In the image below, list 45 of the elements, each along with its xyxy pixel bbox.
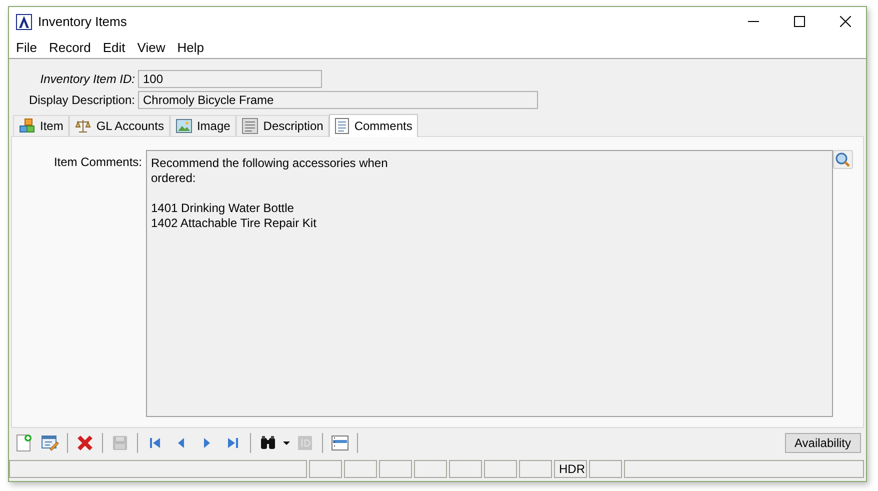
status-pane xyxy=(414,460,447,478)
menu-item[interactable]: Edit xyxy=(96,40,132,54)
window-title: Inventory Items xyxy=(38,14,127,29)
save-icon xyxy=(111,434,129,452)
text-field[interactable]: 100 xyxy=(138,70,322,88)
field-label: Display Description: xyxy=(28,93,136,107)
binoculars-icon xyxy=(259,434,277,452)
menu-item[interactable]: Record xyxy=(42,40,97,54)
comments-text-area[interactable]: Recommend the following accessories when ordered: 1401 Drinking Water Bottle 1402 Attachable Tire Repair Kit xyxy=(146,150,833,417)
status-pane xyxy=(589,460,622,478)
delete-icon xyxy=(76,434,94,452)
boxes-icon xyxy=(19,118,35,134)
availability-button[interactable]: Availability xyxy=(784,433,861,453)
tab[interactable]: Item xyxy=(13,115,70,136)
tab[interactable]: Comments xyxy=(329,114,418,137)
zoom-button[interactable] xyxy=(833,150,853,169)
new-document-icon xyxy=(15,434,33,452)
image-icon xyxy=(176,118,192,134)
status-pane xyxy=(309,460,342,478)
menu-item[interactable]: File xyxy=(9,40,43,54)
tab[interactable]: GL Accounts xyxy=(69,115,170,136)
scale-icon xyxy=(75,118,92,134)
go-to-icon xyxy=(296,434,314,452)
status-pane xyxy=(379,460,412,478)
maximize-icon[interactable] xyxy=(794,16,805,27)
status-pane xyxy=(344,460,377,478)
status-pane xyxy=(484,460,517,478)
text-field[interactable]: Chromoly Bicycle Frame xyxy=(138,91,538,109)
field-label: Item Comments: xyxy=(52,154,143,169)
text-icon xyxy=(242,118,258,134)
tab[interactable]: Description xyxy=(236,115,330,136)
tab[interactable]: Image xyxy=(170,115,236,136)
app-logo-icon xyxy=(16,14,32,30)
field-label: Inventory Item ID: xyxy=(39,72,136,86)
menu-item[interactable]: View xyxy=(131,40,172,54)
edit-form-icon xyxy=(41,434,59,452)
menu-item[interactable]: Help xyxy=(171,40,210,54)
status-pane xyxy=(519,460,552,478)
list-icon xyxy=(331,434,349,452)
magnifier-icon xyxy=(835,152,851,168)
status-pane xyxy=(449,460,482,478)
status-indicator: HDR xyxy=(554,460,587,478)
close-icon[interactable] xyxy=(840,16,851,27)
document-icon xyxy=(335,118,350,134)
caret-icon xyxy=(283,441,290,445)
